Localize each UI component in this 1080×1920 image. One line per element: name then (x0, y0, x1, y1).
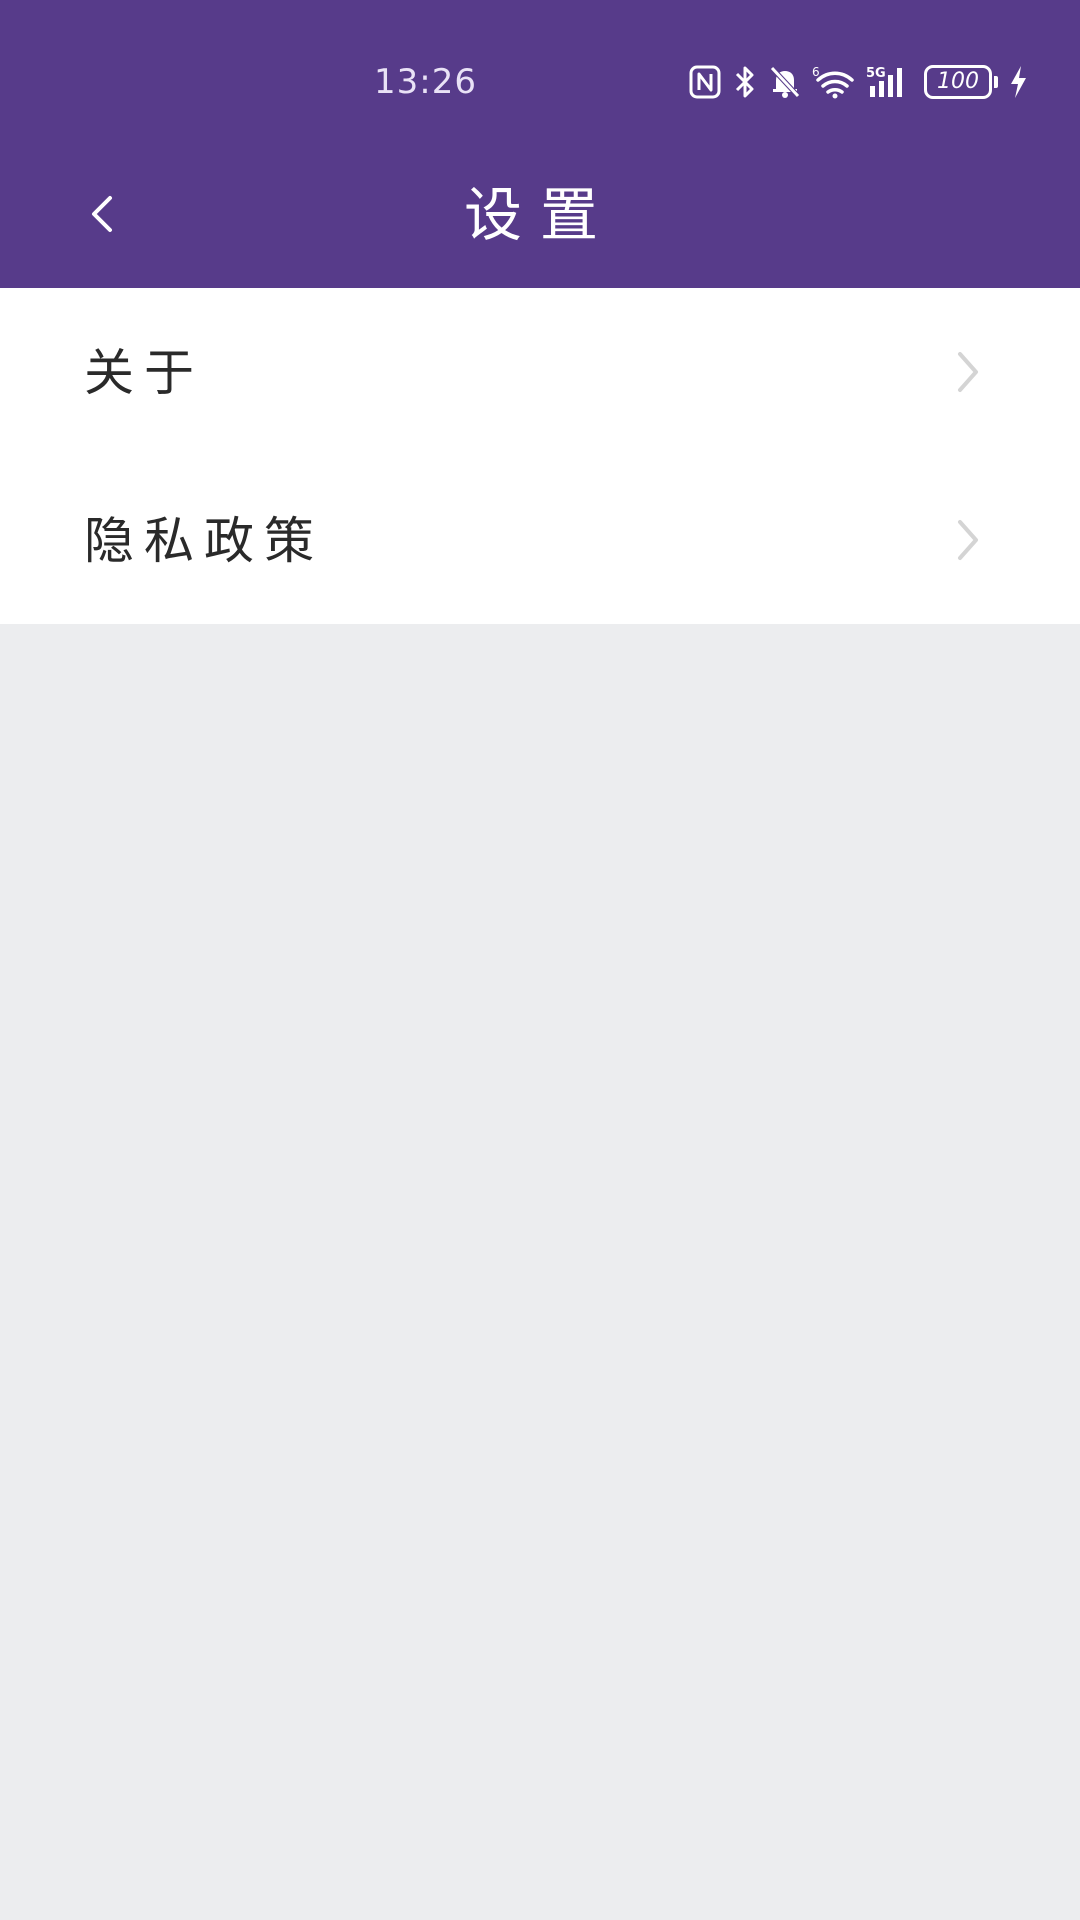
menu-item-label: 关于 (84, 344, 204, 402)
navigation-bar: 设置 (0, 160, 1080, 270)
bluetooth-icon (732, 64, 758, 100)
chevron-right-icon (958, 520, 978, 560)
back-button[interactable] (70, 182, 134, 246)
settings-menu: 关于 隐私政策 (0, 288, 1080, 624)
page-title: 设置 (463, 181, 616, 249)
menu-item-privacy-policy[interactable]: 隐私政策 (0, 456, 1080, 624)
charging-bolt-icon (1008, 64, 1028, 100)
signal-5g-icon: 5G (866, 64, 914, 100)
app-header: 13:26 6 5G 100 设置 (0, 0, 1080, 288)
status-time: 13:26 (374, 62, 477, 102)
battery-icon: 100 (924, 65, 992, 99)
wifi-6-icon: 6 (812, 64, 856, 100)
status-icons: 6 5G 100 (688, 60, 1028, 104)
svg-text:5G: 5G (866, 66, 886, 81)
status-bar: 13:26 6 5G 100 (0, 50, 1080, 114)
settings-screen: 13:26 6 5G 100 设置 关于 隐私政策 (0, 0, 1080, 1920)
battery-nub (994, 76, 998, 88)
svg-text:6: 6 (812, 65, 820, 79)
chevron-right-icon (958, 352, 978, 392)
mute-bell-icon (768, 64, 802, 100)
menu-item-label: 隐私政策 (84, 512, 324, 570)
menu-item-about[interactable]: 关于 (0, 288, 1080, 456)
chevron-left-icon (92, 196, 112, 232)
nfc-icon (688, 64, 722, 100)
battery-level: 100 (937, 69, 979, 94)
